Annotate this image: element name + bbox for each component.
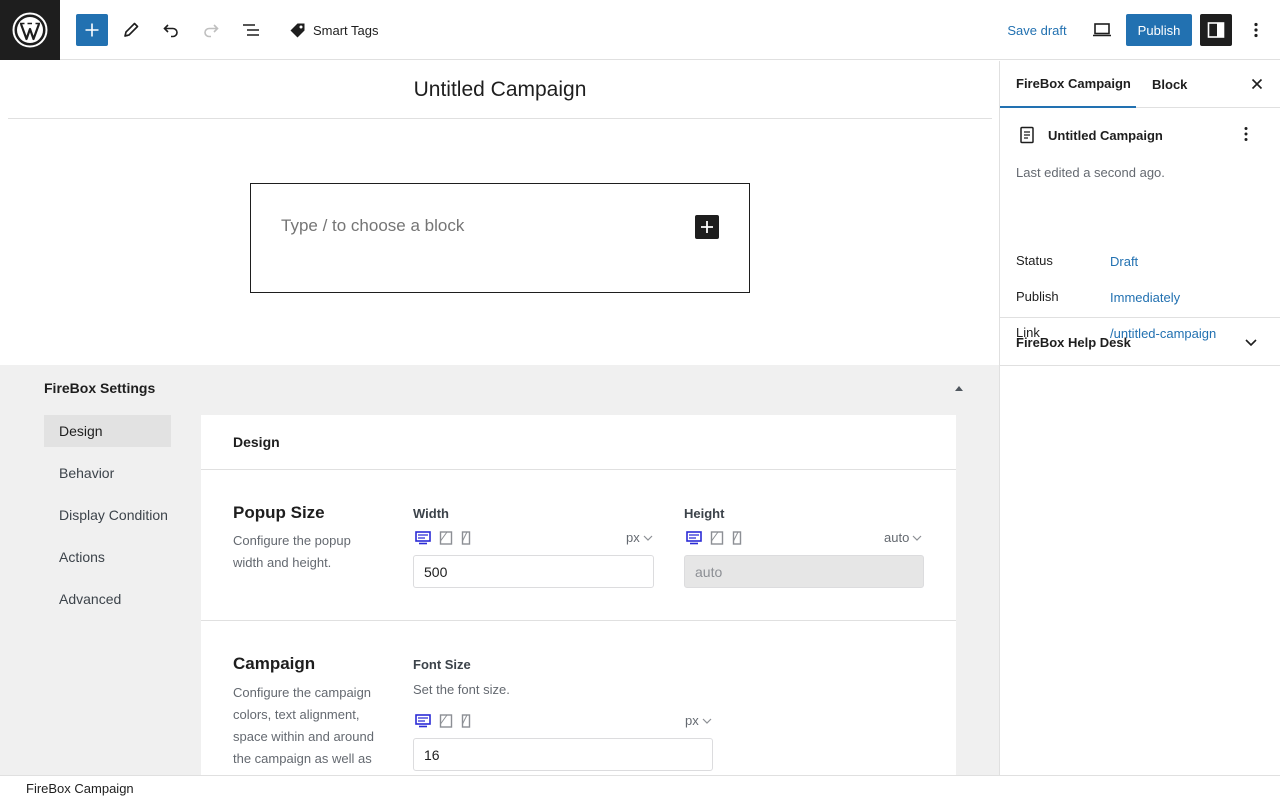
desktop-preview-icon bbox=[1093, 23, 1111, 37]
caret-up-icon bbox=[955, 386, 963, 391]
pencil-icon bbox=[124, 22, 139, 37]
mobile-device-icon[interactable] bbox=[732, 531, 742, 545]
panel-title: Design bbox=[201, 415, 956, 470]
save-draft-button[interactable]: Save draft bbox=[1000, 14, 1074, 46]
plus-icon bbox=[701, 221, 713, 233]
block-inserter-button[interactable] bbox=[76, 14, 108, 46]
width-device-switcher bbox=[415, 531, 471, 545]
sidebar-icon bbox=[1207, 22, 1225, 38]
last-edited-text: Last edited a second ago. bbox=[1016, 165, 1165, 180]
width-label: Width bbox=[413, 506, 449, 521]
desktop-device-icon[interactable] bbox=[686, 531, 702, 545]
close-sidebar-button[interactable] bbox=[1248, 75, 1266, 93]
options-menu-button[interactable] bbox=[1244, 14, 1268, 46]
chevron-down-icon bbox=[702, 718, 712, 724]
undo-button[interactable] bbox=[155, 14, 187, 46]
tools-button[interactable] bbox=[115, 14, 147, 46]
tablet-device-icon[interactable] bbox=[439, 531, 453, 545]
width-input[interactable]: 500 bbox=[413, 555, 654, 588]
publish-date-link[interactable]: Immediately bbox=[1110, 290, 1180, 305]
document-icon bbox=[1020, 126, 1034, 144]
campaign-description: Configure the campaign colors, text alig… bbox=[233, 685, 374, 775]
font-size-label: Font Size bbox=[413, 657, 471, 672]
tablet-device-icon[interactable] bbox=[439, 714, 453, 728]
more-vertical-icon[interactable] bbox=[1244, 126, 1248, 142]
wordpress-logo-button[interactable] bbox=[0, 0, 60, 60]
undo-icon bbox=[163, 24, 178, 38]
nav-item-display-condition[interactable]: Display Condition bbox=[44, 499, 171, 531]
empty-block[interactable]: Type / to choose a block bbox=[250, 183, 750, 293]
mobile-device-icon[interactable] bbox=[461, 531, 471, 545]
settings-sidebar-toggle[interactable] bbox=[1200, 14, 1232, 46]
font-size-unit-value: px bbox=[685, 713, 699, 728]
publish-button[interactable]: Publish bbox=[1126, 14, 1192, 46]
editor-header: Smart Tags Save draft Publish bbox=[0, 0, 1280, 60]
tab-firebox-campaign[interactable]: FireBox Campaign bbox=[1000, 61, 1136, 108]
campaign-title: Campaign bbox=[233, 654, 316, 673]
post-title-area: Untitled Campaign bbox=[8, 61, 992, 119]
width-unit-value: px bbox=[626, 530, 640, 545]
chevron-down-icon bbox=[643, 535, 653, 541]
popup-size-description: Configure the popup width and height. bbox=[233, 533, 351, 570]
collapse-panel-button[interactable] bbox=[952, 381, 966, 395]
list-view-icon bbox=[243, 24, 259, 36]
tab-block[interactable]: Block bbox=[1152, 61, 1187, 108]
nav-item-advanced[interactable]: Advanced bbox=[44, 583, 171, 615]
font-size-device-switcher bbox=[415, 714, 471, 728]
chevron-down-icon bbox=[1245, 339, 1257, 347]
popup-size-title: Popup Size bbox=[233, 503, 325, 522]
smart-tags-button[interactable]: Smart Tags bbox=[289, 14, 379, 46]
sidebar-tabs: FireBox Campaign Block bbox=[1000, 61, 1280, 108]
desktop-device-icon[interactable] bbox=[415, 531, 431, 545]
status-value-link[interactable]: Draft bbox=[1110, 254, 1138, 269]
tag-icon bbox=[290, 23, 305, 38]
nav-item-actions[interactable]: Actions bbox=[44, 541, 171, 573]
font-size-unit-select[interactable]: px bbox=[685, 713, 712, 728]
help-desk-label: FireBox Help Desk bbox=[1016, 335, 1131, 350]
nav-item-design[interactable]: Design bbox=[44, 415, 171, 447]
mobile-device-icon[interactable] bbox=[461, 714, 471, 728]
plus-icon bbox=[85, 23, 99, 37]
design-settings-panel: Design Popup Size Configure the popup wi… bbox=[201, 415, 956, 775]
smart-tags-label: Smart Tags bbox=[313, 22, 379, 38]
width-unit-select[interactable]: px bbox=[626, 530, 653, 545]
editor-canvas: Untitled Campaign Type / to choose a blo… bbox=[0, 61, 999, 775]
height-label: Height bbox=[684, 506, 725, 521]
wordpress-icon bbox=[12, 12, 48, 48]
popup-size-section: Popup Size Configure the popup width and… bbox=[201, 470, 956, 621]
firebox-settings-nav: Design Behavior Display Condition Action… bbox=[44, 415, 171, 625]
document-title: Untitled Campaign bbox=[1048, 128, 1163, 143]
publish-label: Publish bbox=[1016, 289, 1059, 304]
close-icon bbox=[1251, 78, 1263, 90]
preview-button[interactable] bbox=[1088, 14, 1116, 46]
help-desk-panel-toggle[interactable]: FireBox Help Desk bbox=[1000, 318, 1280, 366]
editor-footer: FireBox Campaign bbox=[0, 775, 1280, 800]
font-size-help: Set the font size. bbox=[413, 682, 510, 697]
height-device-switcher bbox=[686, 531, 742, 545]
desktop-device-icon[interactable] bbox=[415, 714, 431, 728]
height-input[interactable]: auto bbox=[684, 555, 924, 588]
settings-sidebar: FireBox Campaign Block Untitled Campaign… bbox=[999, 61, 1280, 775]
post-title[interactable]: Untitled Campaign bbox=[414, 78, 587, 102]
font-size-input[interactable]: 16 bbox=[413, 738, 713, 771]
campaign-section: Campaign Configure the campaign colors, … bbox=[201, 621, 956, 775]
height-unit-value: auto bbox=[884, 530, 910, 545]
status-label: Status bbox=[1016, 253, 1053, 268]
tablet-device-icon[interactable] bbox=[710, 531, 724, 545]
block-placeholder: Type / to choose a block bbox=[281, 216, 465, 235]
nav-item-behavior[interactable]: Behavior bbox=[44, 457, 171, 489]
document-overview-button[interactable] bbox=[235, 14, 267, 46]
redo-icon bbox=[204, 24, 219, 38]
firebox-settings-heading: FireBox Settings bbox=[44, 380, 156, 396]
height-unit-select[interactable]: auto bbox=[884, 530, 922, 545]
add-block-button[interactable] bbox=[695, 215, 719, 239]
breadcrumb[interactable]: FireBox Campaign bbox=[26, 781, 134, 796]
redo-button[interactable] bbox=[195, 14, 227, 46]
more-vertical-icon bbox=[1254, 22, 1258, 38]
post-summary: Untitled Campaign Last edited a second a… bbox=[1000, 108, 1280, 341]
chevron-down-icon bbox=[912, 535, 922, 541]
firebox-settings-panel: FireBox Settings Design Behavior Display… bbox=[0, 365, 999, 775]
